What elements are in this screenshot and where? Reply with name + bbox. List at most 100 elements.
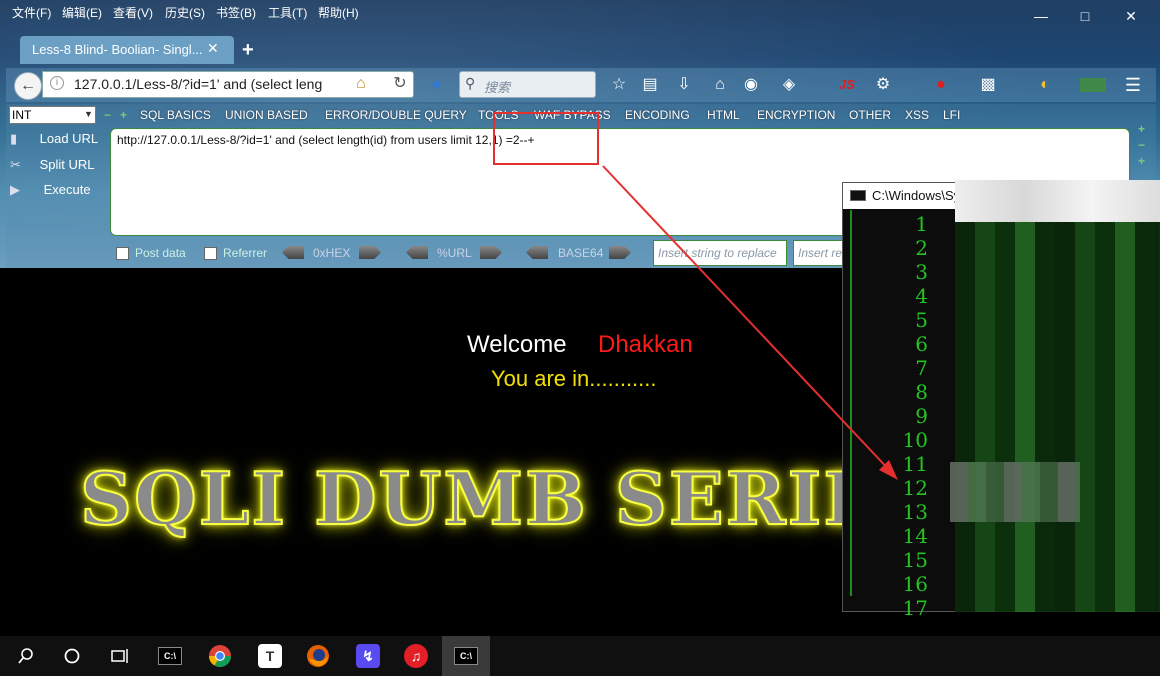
replace-string-input[interactable]: Insert string to replace [653,240,787,266]
cmd-line-number: 8 [915,380,928,404]
mosaic-blur-highlight [950,462,1080,522]
menu-error-double-query[interactable]: ERROR/DOUBLE QUERY [325,108,467,122]
firefox-icon[interactable] [294,636,342,676]
search-input[interactable] [459,71,596,98]
menu-union-based[interactable]: UNION BASED [225,108,308,122]
new-tab-button[interactable]: + [242,39,254,62]
color-addon-icon[interactable]: ◐ [1034,74,1056,96]
back-button[interactable]: ← [14,72,42,100]
split-url-label: Split URL [39,157,95,172]
cmd-line-number: 14 [902,524,928,548]
minus-icon[interactable]: − [104,108,111,122]
search-icon: ⚲ [465,75,476,91]
menu-help[interactable]: 帮助(H) [318,4,359,21]
menu-bookmarks[interactable]: 书签(B) [216,4,256,21]
reload-icon[interactable]: ↻ [387,73,413,97]
hamburger-menu-icon[interactable]: ☰ [1122,74,1144,96]
collapse-minus-icon[interactable]: − [1138,138,1145,152]
post-data-checkbox[interactable] [116,247,129,260]
globe-icon[interactable]: ◉ [740,74,762,96]
menu-html[interactable]: HTML [707,108,740,122]
search-icon[interactable] [2,636,50,676]
menu-other[interactable]: OTHER [849,108,891,122]
load-url-button[interactable]: ▮ Load URL [10,131,98,147]
tab-close-icon[interactable]: ✕ [207,40,219,57]
back-arrow-icon: ← [20,77,36,94]
cmd-line-number: 10 [902,428,928,452]
cmd-line-number: 2 [915,236,928,260]
cmd-icon [850,190,866,201]
split-url-button[interactable]: ✂ Split URL [10,157,95,173]
mosaic-blur-title [955,180,1160,222]
palette-icon[interactable]: ◈ [778,74,800,96]
status-message: You are in........... [491,366,657,391]
scissors-icon: ✂ [10,157,21,172]
typora-icon[interactable]: T [246,636,294,676]
base64-label: BASE64 [558,246,604,260]
menu-history[interactable]: 历史(S) [165,4,205,21]
site-info-icon[interactable]: i [50,76,64,90]
chrome-icon[interactable] [196,636,244,676]
chevron-down-icon: ▼ [84,109,93,119]
js-addon-icon[interactable]: JS [836,74,858,96]
cmd-line-number: 11 [902,452,928,476]
device-addon-icon[interactable]: ▩ [977,74,999,96]
cmd-icon[interactable]: C:\ [146,636,194,676]
play-icon: ▶ [10,182,20,197]
type-select[interactable]: INT [9,106,96,124]
load-url-label: Load URL [39,131,99,146]
annotation-highlight-box [493,112,599,165]
cmd-line-number: 9 [915,404,928,428]
bolt-app-icon[interactable]: ↯ [344,636,392,676]
referrer-label: Referrer [223,246,268,260]
home-house-icon[interactable]: ⌂ [356,75,366,93]
cmd-line-number: 17 [902,596,928,620]
referrer-checkbox[interactable] [204,247,217,260]
sql-query-text[interactable]: http://127.0.0.1/Less-8/?id=1' and (sele… [117,133,535,147]
minimize-button[interactable]: — [1018,0,1064,32]
task-view-icon[interactable] [96,636,144,676]
search-placeholder: 搜索 [484,80,511,95]
menu-file[interactable]: 文件(F) [12,4,51,21]
url-label: %URL [437,246,472,260]
expand-plus-icon[interactable]: + [1138,122,1145,136]
plus-icon[interactable]: + [120,108,127,122]
reader-list-icon[interactable]: ▤ [639,74,661,96]
menu-encoding[interactable]: ENCODING [625,108,690,122]
bookmark-star-icon[interactable]: ☆ [608,74,630,96]
menu-sql-basics[interactable]: SQL BASICS [140,108,211,122]
tools-addon-icon[interactable]: ⚙ [872,74,894,96]
url-text[interactable]: 127.0.0.1/Less-8/?id=1' and (select leng [74,76,336,92]
close-window-button[interactable]: ✕ [1108,0,1154,32]
expand-plus-icon-2[interactable]: + [1138,154,1145,168]
maximize-button[interactable]: □ [1062,0,1108,32]
cmd-line-number: 6 [915,332,928,356]
sqli-dumb-series-logo: SQLI DUMB SERIES [79,455,935,542]
menu-edit[interactable]: 编辑(E) [62,4,102,21]
menu-view[interactable]: 查看(V) [113,4,153,21]
post-data-label: Post data [135,246,186,260]
bird-addon-icon[interactable]: ● [426,74,448,96]
cmd-line-number: 16 [902,572,928,596]
cortana-icon[interactable] [48,636,96,676]
menu-lfi[interactable]: LFI [943,108,960,122]
download-icon[interactable]: ⇩ [673,74,695,96]
execute-button[interactable]: ▶ Execute [10,182,91,198]
netease-music-icon[interactable]: ♫ [392,636,440,676]
cmd-title: C:\Windows\Sys [872,188,967,203]
menu-xss[interactable]: XSS [905,108,929,122]
cmd-line-number: 12 [902,476,928,500]
cmd-line-number: 13 [902,500,928,524]
cmd-line-number: 1 [915,212,928,236]
menu-tools[interactable]: 工具(T) [268,4,307,21]
home-icon[interactable]: ⌂ [709,74,731,96]
cmd-left-rule [850,210,852,596]
cmd-line-number: 4 [915,284,928,308]
load-url-icon: ▮ [10,131,18,146]
extension-icon[interactable] [1080,78,1106,92]
cmd-line-number: 7 [915,356,928,380]
menu-bar: 文件(F) 编辑(E) 查看(V) 历史(S) 书签(B) 工具(T) 帮助(H… [0,0,1160,22]
cmd-active-icon[interactable]: C:\ [442,636,490,676]
record-addon-icon[interactable]: ● [930,74,952,96]
menu-encryption[interactable]: ENCRYPTION [757,108,835,122]
